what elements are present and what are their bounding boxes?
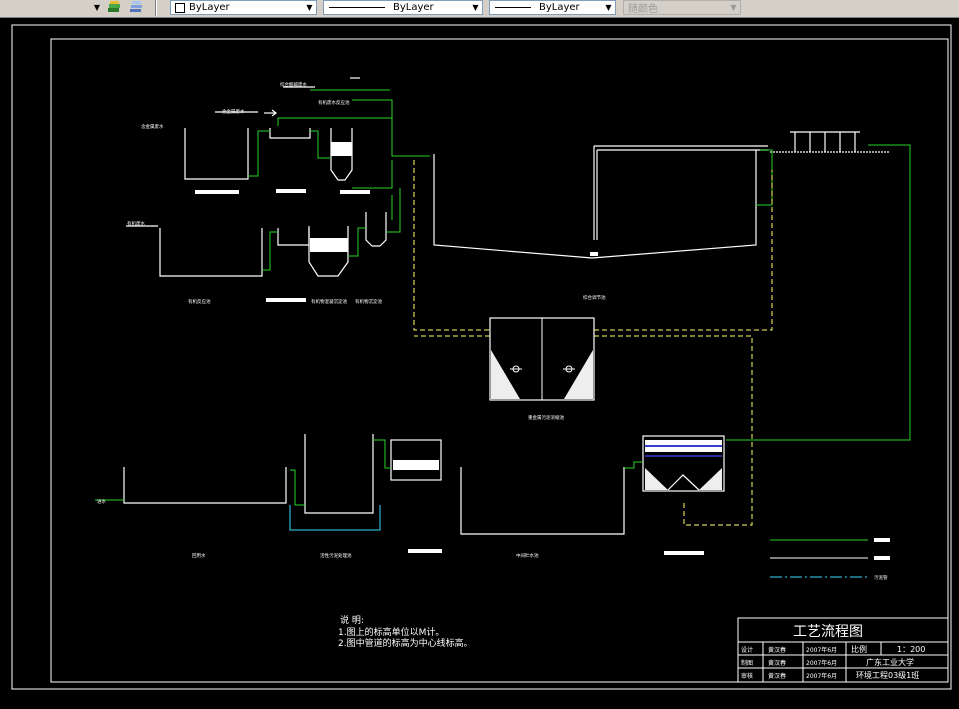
green-pipes-right xyxy=(726,144,911,441)
notes-line-2: 2.图中管道的标高为中心线标高。 xyxy=(338,637,473,649)
sludge-pipes xyxy=(413,160,773,526)
row-date: 2007年6月 xyxy=(806,672,837,680)
layer-states-icon[interactable] xyxy=(106,0,122,15)
row-date: 2007年6月 xyxy=(806,659,837,667)
chevron-down-icon: ▼ xyxy=(730,3,737,12)
label-clear: 中间贮水池 xyxy=(516,552,539,559)
equalization-tank xyxy=(433,131,890,259)
chevron-down-icon: ▼ xyxy=(605,3,612,12)
notes-line-1: 1.图上的标高单位以M计。 xyxy=(338,626,444,638)
label-organic-coag: 有机物混凝沉淀池 xyxy=(311,298,347,305)
row-name: 黄汉春 xyxy=(768,672,786,680)
chevron-down-icon: ▼ xyxy=(306,3,313,12)
organic-group-top xyxy=(184,77,360,181)
linetype-combo-value: ByLayer xyxy=(393,2,434,13)
linetype-combo[interactable]: ByLayer ▼ xyxy=(323,0,483,15)
class-name: 环境工程03级1班 xyxy=(856,670,919,680)
label-reuse: 回用水 xyxy=(192,552,206,559)
row-role: 制图 xyxy=(741,659,753,667)
label-inflow-top: 含金属废水 xyxy=(141,123,164,130)
label-heavy-metal: 含金属废水 xyxy=(222,108,245,115)
notes-title: 说 明: xyxy=(340,614,364,626)
label-inflow: 进水 xyxy=(97,498,106,505)
legend: 污泥管 xyxy=(770,538,890,581)
plotstyle-combo: 随颜色 ▼ xyxy=(623,0,741,15)
row-name: 黄汉春 xyxy=(768,646,786,654)
drawing-svg: 综合酸碱废水 有机废水反应池 含金属废水 含金属废水 有机废水 有机反应池 有机… xyxy=(11,24,952,690)
layer-previous-icon[interactable] xyxy=(128,0,144,15)
label-acid-ww: 综合酸碱废水 xyxy=(280,81,307,88)
color-swatch-icon xyxy=(175,2,185,13)
lineweight-combo[interactable]: ByLayer ▼ xyxy=(489,0,616,15)
label-metal-reaction: 有机废水反应池 xyxy=(318,99,350,106)
row-role: 设计 xyxy=(741,646,753,654)
color-combo-value: ByLayer xyxy=(189,2,230,13)
legend-sludge-pipe: 污泥管 xyxy=(874,574,888,581)
plotstyle-combo-value: 随颜色 xyxy=(628,4,658,15)
title-block-title: 工艺流程图 xyxy=(793,624,863,640)
green-pipes-mid xyxy=(262,188,401,271)
dropdown-arrow-button[interactable]: ▼ xyxy=(92,0,102,15)
color-combo[interactable]: ByLayer ▼ xyxy=(170,0,317,15)
row-date: 2007年6月 xyxy=(806,646,837,654)
cyan-pipes xyxy=(289,505,381,531)
school-name: 广东工业大学 xyxy=(866,657,914,667)
row-name: 黄汉春 xyxy=(768,659,786,667)
label-organic-reaction: 有机反应池 xyxy=(188,298,211,305)
lineweight-preview-icon xyxy=(495,7,531,8)
green-pipes-bottom xyxy=(95,439,643,506)
label-equalization: 综合调节池 xyxy=(583,294,606,301)
label-organic-settle: 有机物沉淀池 xyxy=(355,298,382,305)
lineweight-combo-value: ByLayer xyxy=(539,2,580,13)
organic-group-mid xyxy=(126,212,387,277)
drawing-canvas[interactable]: 综合酸碱废水 有机废水反应池 含金属废水 含金属废水 有机废水 有机反应池 有机… xyxy=(0,17,959,705)
properties-toolbar: ▼ ByLayer ▼ ByLayer ▼ ByLayer ▼ 随颜色 ▼ xyxy=(0,0,959,18)
scale-value: 1：200 xyxy=(897,645,925,654)
bottom-process xyxy=(123,434,725,535)
row-role: 审核 xyxy=(741,672,753,680)
linetype-preview-icon xyxy=(329,7,385,8)
sludge-thickener xyxy=(489,317,595,401)
chevron-down-icon: ▼ xyxy=(472,3,479,12)
label-aeration: 活性污泥处理池 xyxy=(320,552,352,559)
label-sludge: 重金属污泥浓缩池 xyxy=(528,414,564,421)
label-organic-ww: 有机废水 xyxy=(127,220,145,227)
elev-mark xyxy=(195,190,239,194)
scale-label: 比例 xyxy=(851,644,867,654)
